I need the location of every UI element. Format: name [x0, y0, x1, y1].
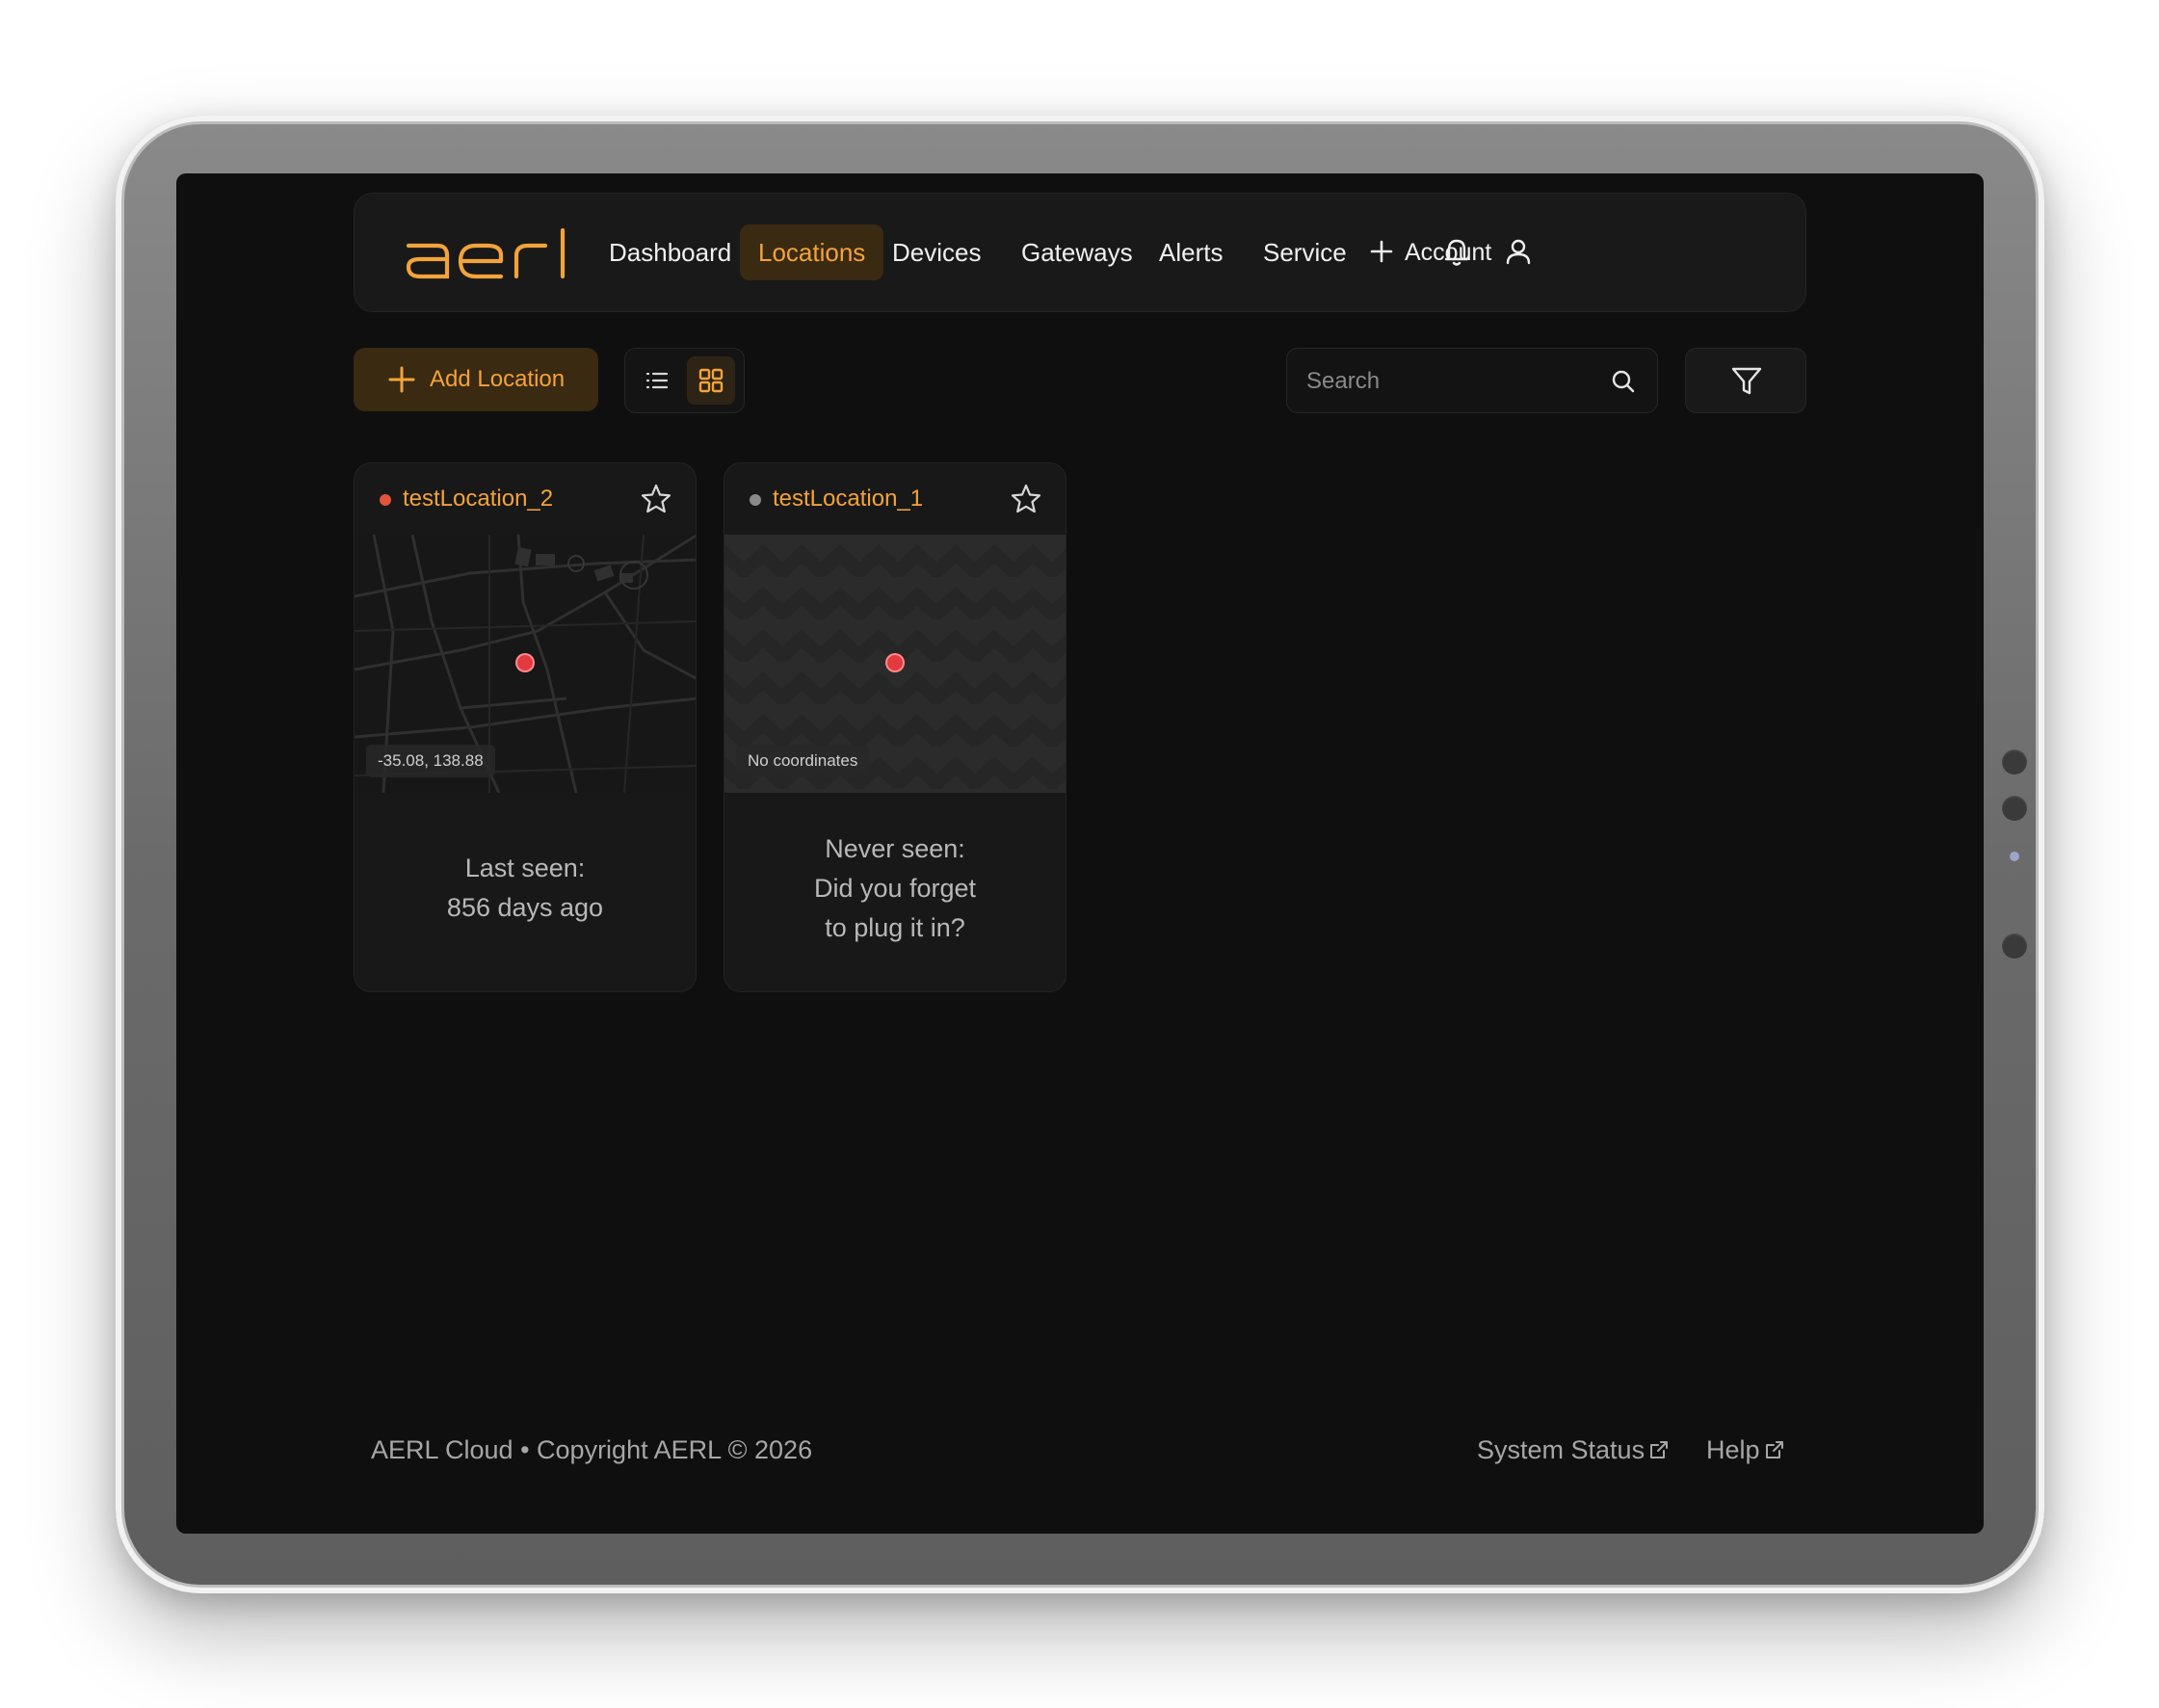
plus-icon: [388, 366, 415, 393]
account-link[interactable]: Account: [1405, 224, 1491, 280]
help-label: Help: [1706, 1435, 1760, 1464]
sensor-dot: [2010, 852, 2019, 861]
card-header: testLocation_2: [355, 463, 696, 535]
aerl-logo[interactable]: [405, 228, 566, 280]
add-location-label: Add Location: [430, 366, 566, 392]
location-card[interactable]: testLocation_2 -35.08, 138.88 Last seen:…: [354, 462, 697, 992]
star-icon[interactable]: [640, 483, 672, 515]
nav-dashboard[interactable]: Dashboard: [591, 224, 750, 280]
list-icon: [645, 372, 669, 389]
plus-icon[interactable]: [1362, 232, 1401, 271]
map-pin: [517, 655, 533, 670]
nav-devices[interactable]: Devices: [874, 224, 999, 280]
add-location-button[interactable]: Add Location: [354, 348, 598, 411]
grid-icon: [698, 368, 724, 393]
map-pin: [887, 655, 903, 670]
camera-dot: [2002, 796, 2027, 821]
last-seen-line-2: 856 days ago: [446, 893, 604, 922]
system-status-label: System Status: [1477, 1435, 1646, 1464]
location-name[interactable]: testLocation_1: [773, 485, 923, 513]
view-mode-toggle: [624, 348, 745, 413]
app-screen: Dashboard Locations Devices Gateways Ale…: [176, 173, 1984, 1534]
camera-dot: [2002, 749, 2027, 775]
search-input[interactable]: [1304, 358, 1597, 405]
star-icon[interactable]: [1010, 483, 1042, 515]
location-name[interactable]: testLocation_2: [403, 485, 553, 513]
system-status-link[interactable]: System Status: [1477, 1435, 1670, 1465]
never-seen-line-2: Did you forget: [813, 874, 977, 903]
location-map[interactable]: -35.08, 138.88: [355, 535, 696, 793]
nav-gateways[interactable]: Gateways: [1003, 224, 1151, 280]
top-navbar: Dashboard Locations Devices Gateways Ale…: [354, 193, 1806, 312]
user-icon[interactable]: [1499, 232, 1538, 271]
no-coordinates-label: No coordinates: [736, 745, 870, 777]
location-card[interactable]: testLocation_1 No coordinates Never seen…: [724, 462, 1066, 992]
list-view-button[interactable]: [633, 356, 681, 405]
last-seen-line-1: Last seen:: [464, 854, 586, 882]
search-box: [1286, 348, 1658, 413]
search-icon[interactable]: [1611, 369, 1636, 394]
filter-icon: [1731, 367, 1762, 395]
never-seen-line-1: Never seen:: [825, 834, 965, 863]
nav-alerts[interactable]: Alerts: [1141, 224, 1241, 280]
card-header: testLocation_1: [724, 463, 1066, 535]
status-dot: [750, 494, 761, 506]
tablet-side-buttons: [2002, 749, 2031, 961]
location-map[interactable]: No coordinates: [724, 535, 1066, 793]
filter-button[interactable]: [1685, 348, 1806, 413]
nav-locations[interactable]: Locations: [740, 224, 884, 280]
device-mockup: Dashboard Locations Devices Gateways Ale…: [0, 0, 2159, 1708]
never-seen-line-3: to plug it in?: [825, 913, 965, 942]
external-link-icon: [1650, 1441, 1669, 1458]
help-link[interactable]: Help: [1706, 1435, 1785, 1465]
external-link-icon: [1765, 1441, 1783, 1458]
nav-service[interactable]: Service: [1245, 224, 1365, 280]
map-coordinates: -35.08, 138.88: [366, 745, 495, 777]
camera-dot: [2002, 933, 2027, 959]
grid-view-button[interactable]: [687, 356, 735, 405]
footer-copyright: AERL Cloud • Copyright AERL © 2026: [371, 1435, 813, 1464]
status-dot: [380, 494, 391, 506]
